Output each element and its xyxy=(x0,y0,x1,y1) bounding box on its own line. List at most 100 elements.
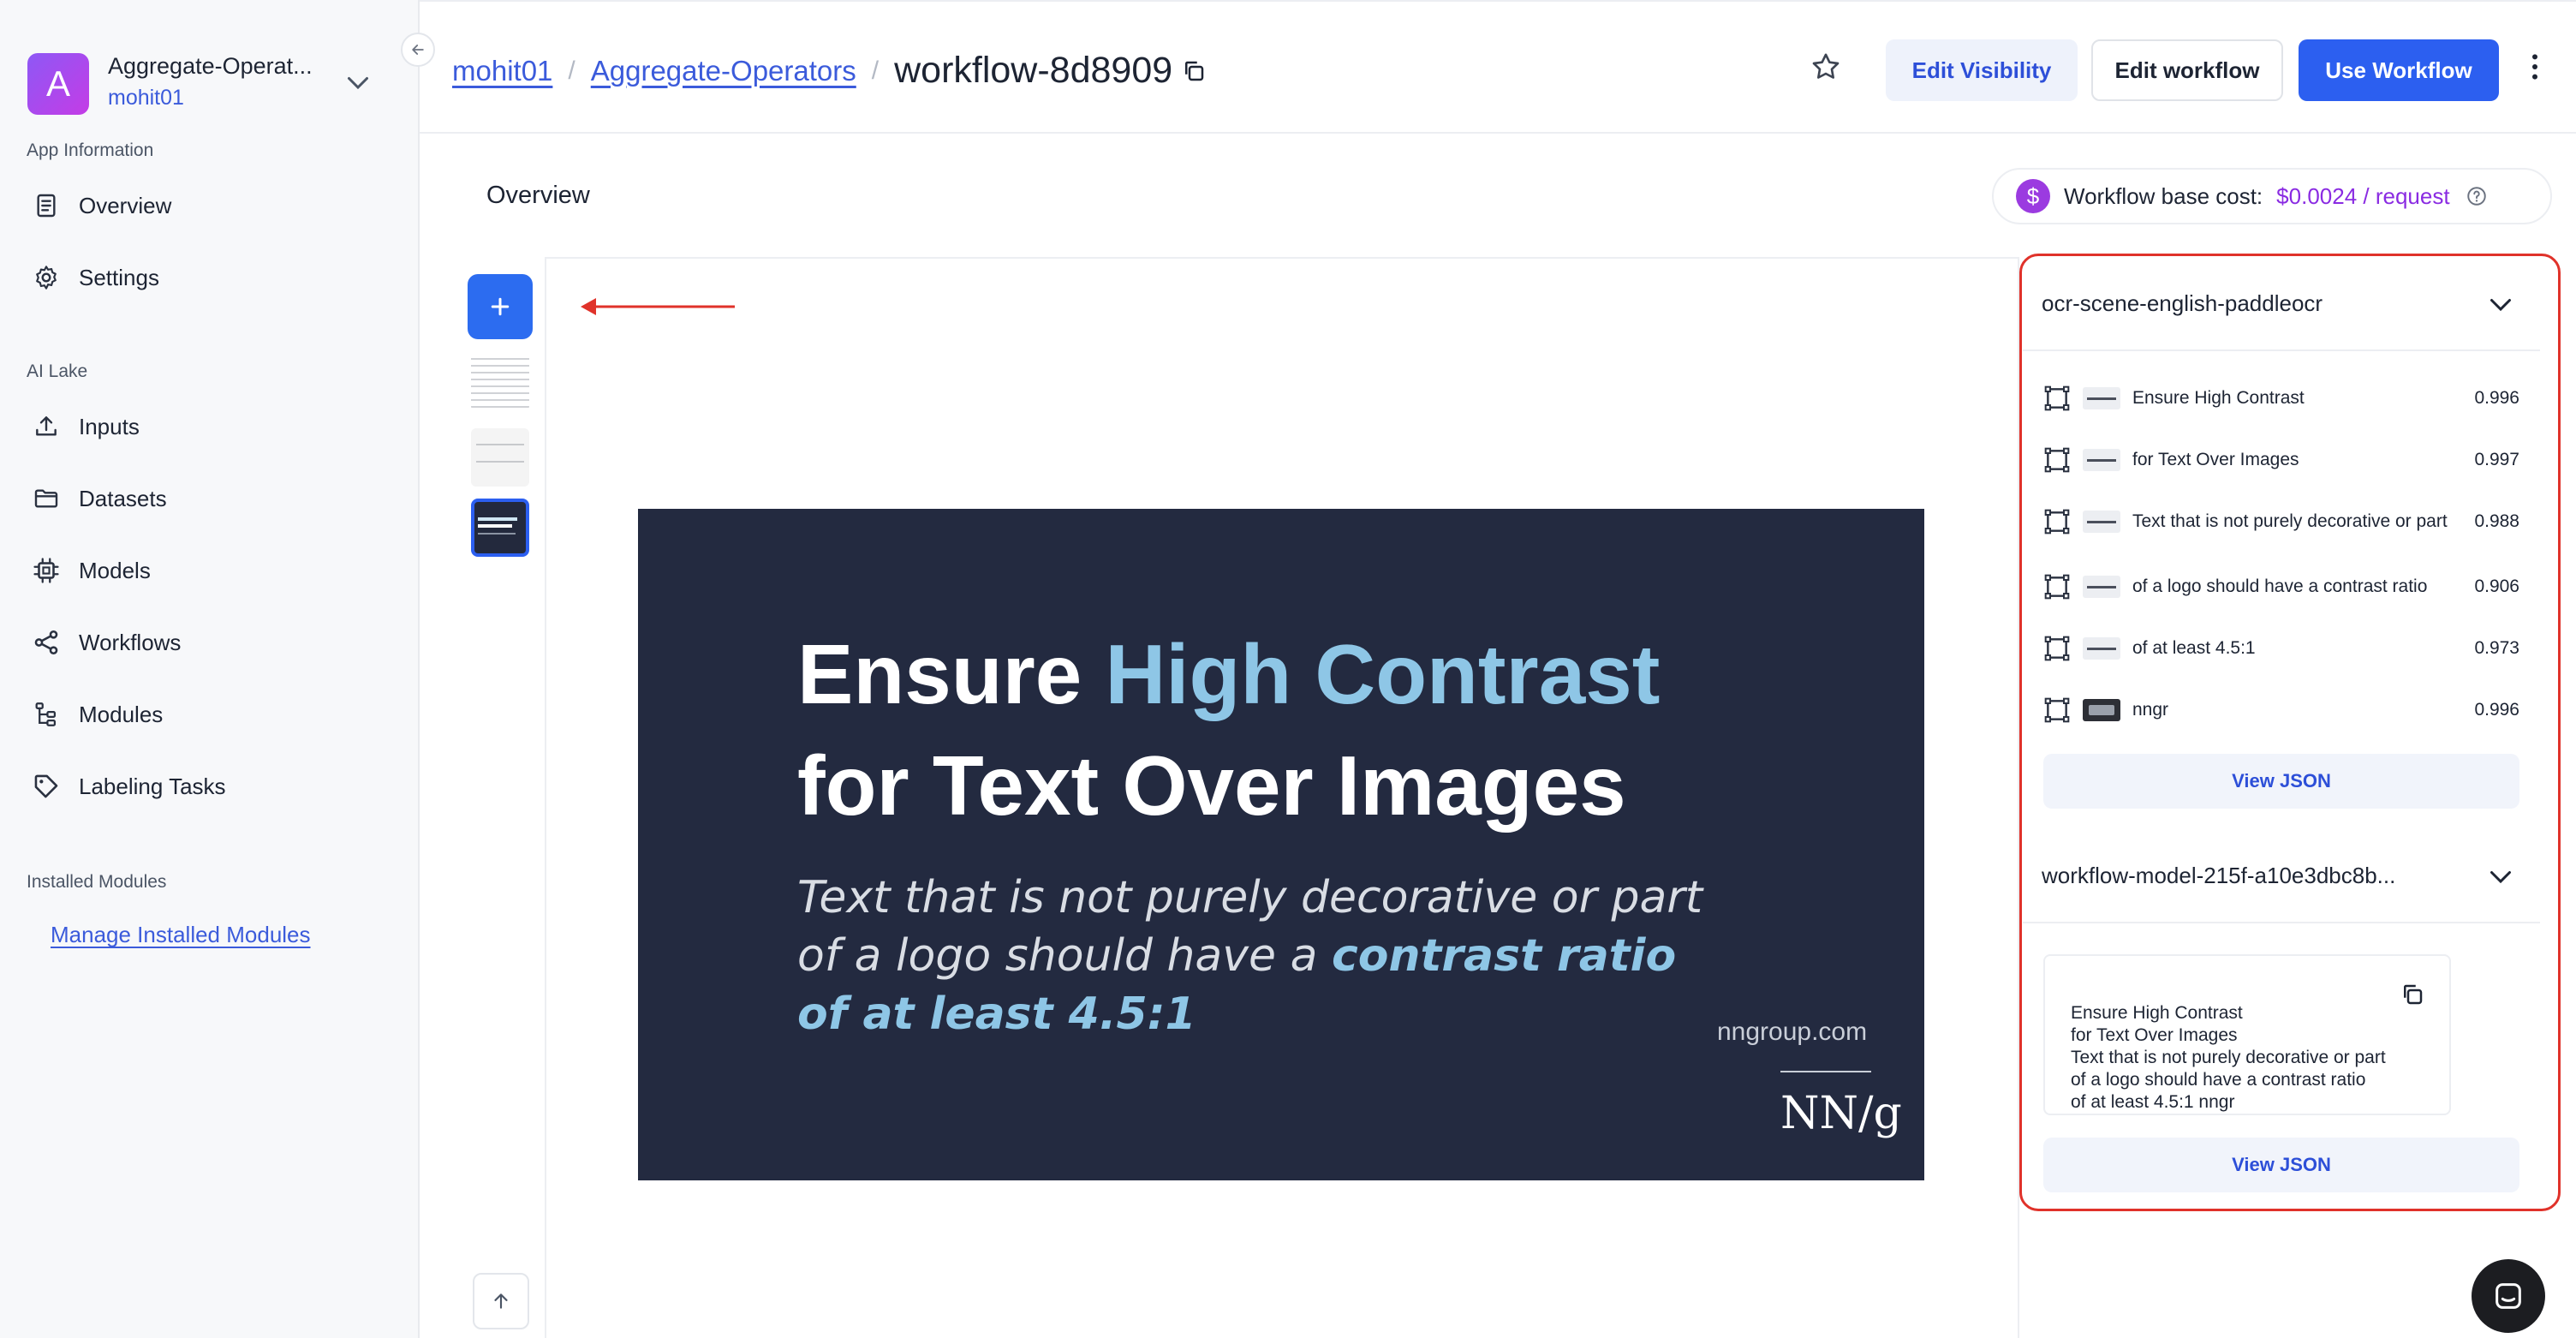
sidebar-item-inputs[interactable]: Inputs xyxy=(29,403,389,451)
image-headline: Ensure High Contrast for Text Over Image… xyxy=(797,618,1660,841)
use-workflow-button[interactable]: Use Workflow xyxy=(2299,39,2499,101)
ocr-text: of a logo should have a contrast ratio xyxy=(2132,576,2428,596)
app-avatar: A xyxy=(27,53,89,115)
breadcrumb-user-link[interactable]: mohit01 xyxy=(452,55,552,87)
ocr-score: 0.996 xyxy=(2474,388,2519,408)
thumbnail-preview xyxy=(478,517,517,535)
ocr-result-row[interactable]: of a logo should have a contrast ratio 0… xyxy=(2043,557,2519,617)
modules-icon xyxy=(29,697,63,732)
ocr-result-row[interactable]: Ensure High Contrast 0.996 xyxy=(2043,368,2519,428)
ocr-text: of at least 4.5:1 xyxy=(2132,638,2256,658)
copy-icon[interactable] xyxy=(2400,982,2425,1007)
text-crop-thumbnail xyxy=(2083,699,2120,721)
tag-icon xyxy=(29,769,63,803)
sidebar-item-label: Models xyxy=(79,557,151,583)
manage-installed-modules-link[interactable]: Manage Installed Modules xyxy=(51,922,311,948)
input-thumbnail[interactable] xyxy=(471,353,529,411)
input-image-preview: Ensure High Contrast for Text Over Image… xyxy=(638,509,1924,1180)
ocr-text: Ensure High Contrast xyxy=(2132,388,2305,408)
cost-label: Workflow base cost: xyxy=(2064,182,2263,209)
share-icon xyxy=(29,625,63,660)
sidebar-item-datasets[interactable]: Datasets xyxy=(29,475,389,523)
chat-support-button[interactable] xyxy=(2472,1259,2545,1333)
chevron-down-icon[interactable] xyxy=(2485,289,2516,320)
app-name: Aggregate-Operat... xyxy=(108,53,313,79)
view-json-button[interactable]: View JSON xyxy=(2043,1138,2519,1192)
text-crop-thumbnail xyxy=(2083,637,2120,660)
ocr-text: nngr xyxy=(2132,700,2169,720)
annotation-arrow-icon xyxy=(581,298,735,315)
sidebar-item-modules[interactable]: Modules xyxy=(29,690,389,738)
text-crop-thumbnail xyxy=(2083,449,2120,471)
sidebar-item-settings[interactable]: Settings xyxy=(29,254,389,302)
ocr-score: 0.906 xyxy=(2474,576,2519,596)
arrow-left-icon xyxy=(412,45,424,55)
sidebar-item-overview[interactable]: Overview xyxy=(29,182,389,230)
image-body-line: Text that is not purely decorative or pa… xyxy=(797,872,1703,923)
model-name: ocr-scene-english-paddleocr xyxy=(2042,290,2323,316)
app-owner-link[interactable]: mohit01 xyxy=(108,86,184,111)
image-headline-part: Ensure xyxy=(797,627,1106,721)
bounding-box-icon xyxy=(2044,385,2070,411)
bounding-box-icon xyxy=(2044,636,2070,661)
input-thumbnail[interactable] xyxy=(471,428,529,487)
ocr-result-row[interactable]: for Text Over Images 0.997 xyxy=(2043,430,2519,490)
edit-workflow-button[interactable]: Edit workflow xyxy=(2091,39,2283,101)
chip-icon xyxy=(29,553,63,588)
section-label-app-information: App Information xyxy=(27,140,154,160)
chat-icon xyxy=(2496,1283,2521,1309)
ocr-result-row[interactable]: nngr 0.996 xyxy=(2043,680,2519,740)
ocr-result-row[interactable]: of at least 4.5:1 0.973 xyxy=(2043,618,2519,678)
image-body-text: Text that is not purely decorative or pa… xyxy=(797,869,1702,1043)
ocr-text: Text that is not purely decorative or pa… xyxy=(2132,511,2448,531)
edit-visibility-button[interactable]: Edit Visibility xyxy=(1886,39,2078,101)
page-title: workflow-8d8909 xyxy=(894,50,1173,91)
sidebar-item-models[interactable]: Models xyxy=(29,547,389,594)
text-output-box: Ensure High Contrast for Text Over Image… xyxy=(2043,954,2451,1115)
collapse-sidebar-button[interactable] xyxy=(401,33,435,67)
bounding-box-icon xyxy=(2044,574,2070,600)
sidebar-item-label: Overview xyxy=(79,192,172,218)
text-model-header[interactable]: workflow-model-215f-a10e3dbc8b... xyxy=(2023,829,2540,923)
ocr-score: 0.973 xyxy=(2474,638,2519,658)
input-thumbnail-selected[interactable] xyxy=(471,499,529,557)
chevron-down-icon[interactable] xyxy=(343,67,373,98)
breadcrumb-app-link[interactable]: Aggregate-Operators xyxy=(591,55,856,87)
breadcrumb-separator: / xyxy=(871,56,880,85)
scroll-up-button[interactable] xyxy=(473,1273,529,1329)
view-json-button[interactable]: View JSON xyxy=(2043,754,2519,809)
ocr-model-header[interactable]: ocr-scene-english-paddleocr xyxy=(2023,257,2540,351)
app-switcher[interactable]: A Aggregate-Operat... mohit01 xyxy=(26,48,385,116)
copy-icon[interactable] xyxy=(1179,57,1208,86)
ocr-score: 0.996 xyxy=(2474,700,2519,720)
image-domain-text: nngroup.com xyxy=(1717,1018,1868,1046)
ocr-score: 0.988 xyxy=(2474,511,2519,531)
text-crop-thumbnail xyxy=(2083,387,2120,409)
gear-icon xyxy=(29,260,63,295)
upload-icon xyxy=(29,409,63,444)
sidebar-item-label: Modules xyxy=(79,701,164,727)
sidebar-item-label: Settings xyxy=(79,264,159,290)
star-icon[interactable] xyxy=(1809,50,1843,84)
image-body-accent-line: of at least 4.5:1 xyxy=(797,989,1196,1040)
add-input-button[interactable] xyxy=(468,274,533,339)
chevron-down-icon[interactable] xyxy=(2485,861,2516,892)
ocr-result-row[interactable]: Text that is not purely decorative or pa… xyxy=(2043,492,2519,552)
sidebar-item-label: Inputs xyxy=(79,413,140,439)
workflow-cost-badge: $ Workflow base cost: $0.0024 / request xyxy=(1992,168,2552,224)
bounding-box-icon xyxy=(2044,697,2070,723)
image-headline-line2: for Text Over Images xyxy=(797,738,1626,833)
section-label-installed-modules: Installed Modules xyxy=(27,872,167,892)
sidebar-item-labeling-tasks[interactable]: Labeling Tasks xyxy=(29,762,389,810)
bounding-box-icon xyxy=(2044,509,2070,535)
sidebar-item-workflows[interactable]: Workflows xyxy=(29,618,389,666)
image-body-part: of a logo should have a xyxy=(797,930,1332,982)
bounding-box-icon xyxy=(2044,447,2070,473)
overview-heading: Overview xyxy=(486,182,590,209)
section-label-ai-lake: AI Lake xyxy=(27,361,88,381)
more-options-icon[interactable] xyxy=(2518,50,2552,84)
text-crop-thumbnail xyxy=(2083,511,2120,533)
help-icon[interactable] xyxy=(2466,185,2488,207)
sidebar-item-label: Workflows xyxy=(79,629,182,655)
input-thumbnail-strip xyxy=(452,257,546,1338)
